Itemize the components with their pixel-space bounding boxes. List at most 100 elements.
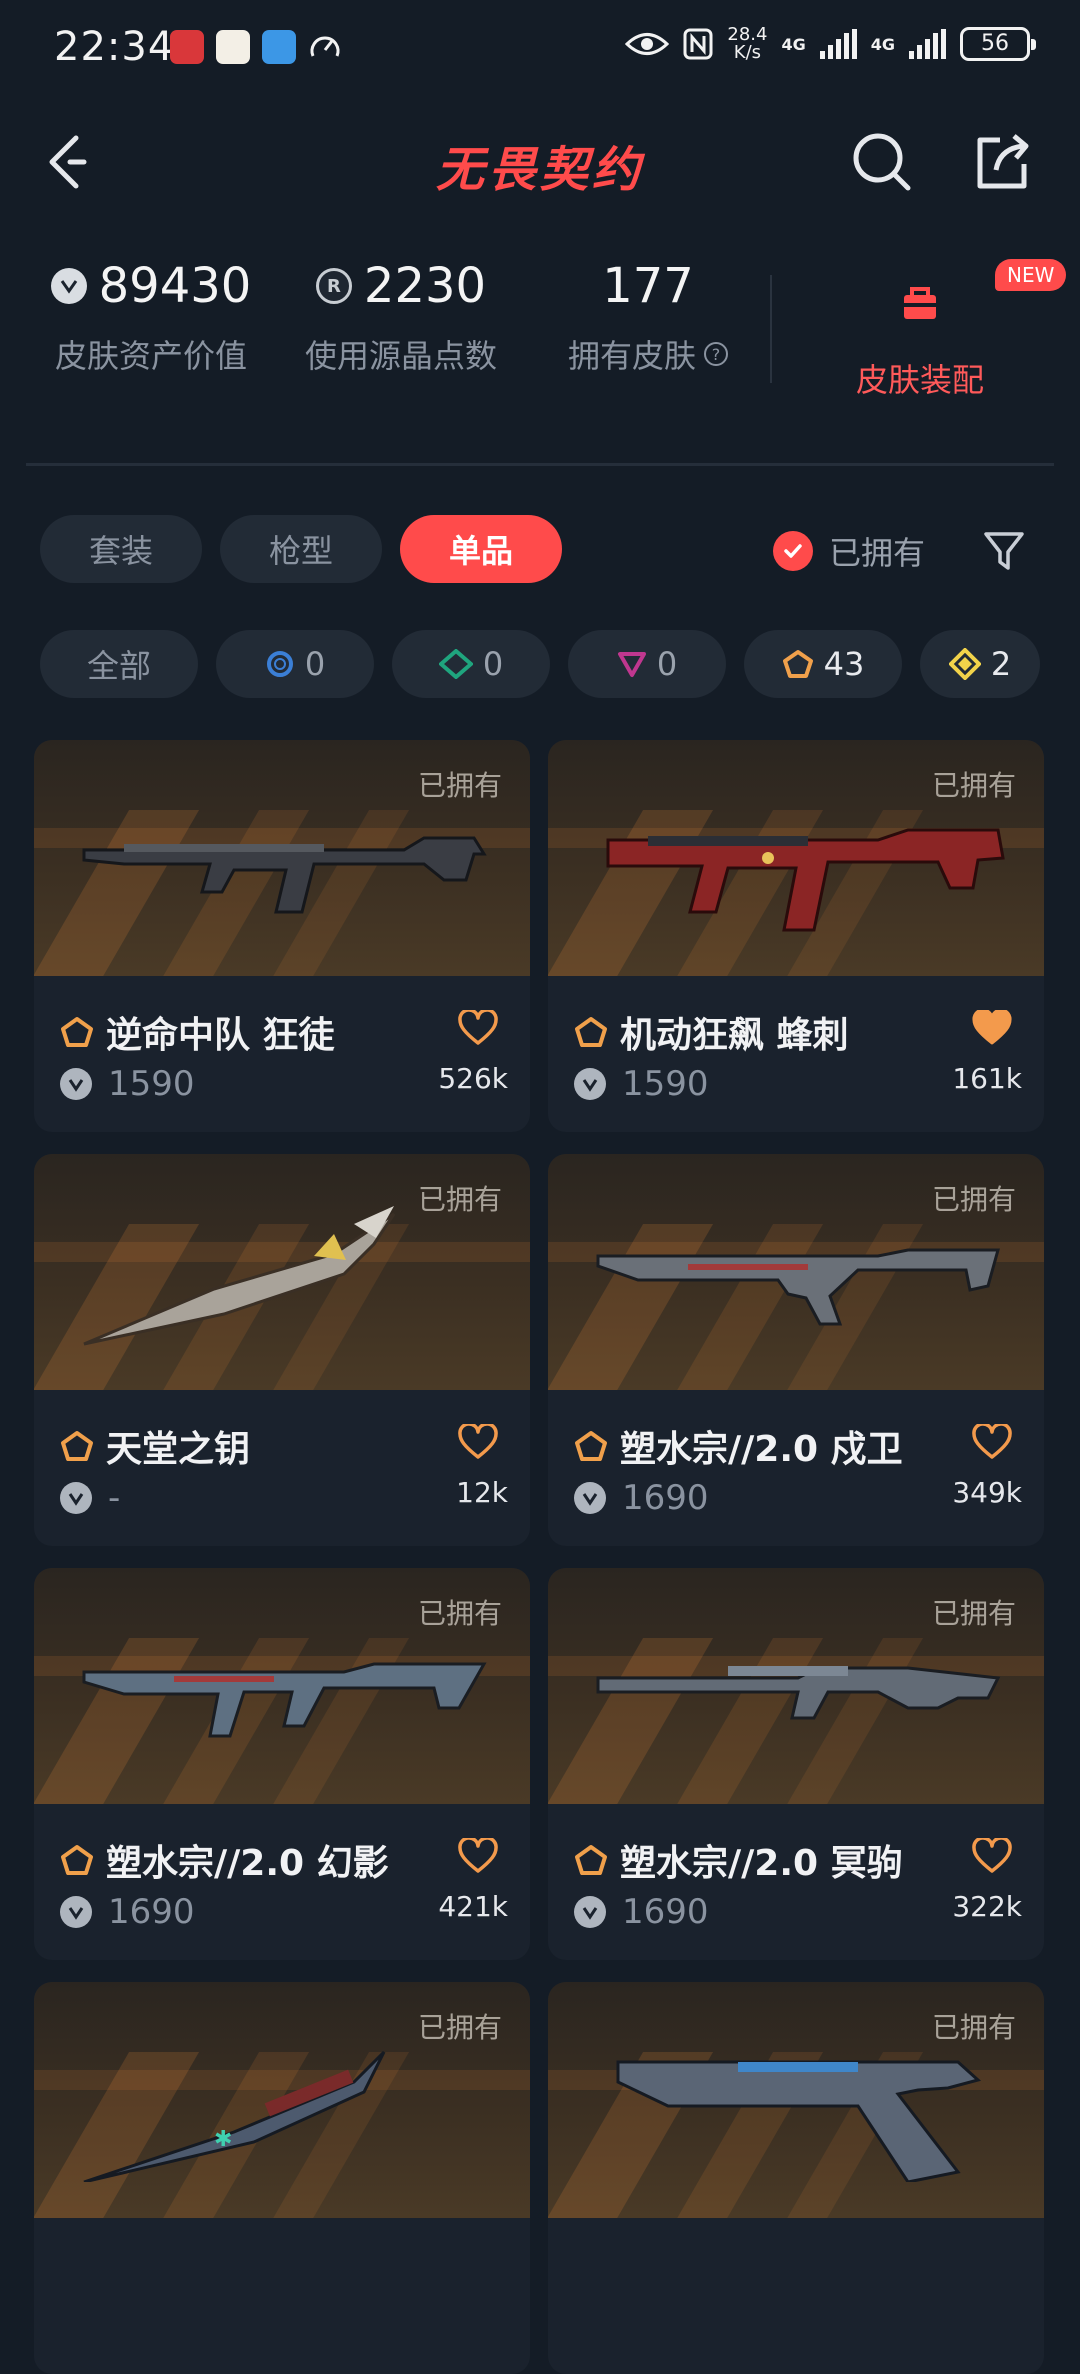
chip-premium-tier[interactable]: 0 <box>568 630 726 698</box>
chip-count: 0 <box>304 645 326 683</box>
skin-card[interactable]: 已拥有 塑水宗//2.0 幻影 1690 421k <box>34 1568 530 1960</box>
chip-deluxe-tier[interactable]: 0 <box>392 630 550 698</box>
skin-price: 1590 <box>108 1064 195 1104</box>
heart-outline-icon[interactable] <box>458 1838 498 1874</box>
skin-loadout-button[interactable]: NEW 皮肤装配 <box>820 255 1067 401</box>
network-type-1: 4G <box>781 34 806 54</box>
points-value: 2230 <box>363 258 487 314</box>
exclusive-tier-icon <box>575 1017 607 1047</box>
heart-outline-icon[interactable] <box>458 1010 498 1046</box>
skin-price: - <box>108 1478 121 1518</box>
chip-exclusive-tier[interactable]: 43 <box>744 630 902 698</box>
like-count: 161k <box>952 1062 1022 1095</box>
tab-single-items[interactable]: 单品 <box>400 515 562 583</box>
section-divider <box>26 463 1054 466</box>
owned-filter-toggle[interactable]: 已拥有 <box>773 528 925 574</box>
like-count: 526k <box>438 1062 508 1095</box>
skin-name: 塑水宗//2.0 冥驹 <box>620 1843 903 1884</box>
skin-image: 已拥有 <box>548 1982 1044 2218</box>
skin-card[interactable]: 已拥有 塑水宗//2.0 冥驹 1690 322k <box>548 1568 1044 1960</box>
skin-image: 已拥有 <box>548 740 1044 976</box>
valorant-points-icon <box>574 1896 606 1928</box>
filter-icon[interactable] <box>982 528 1026 572</box>
valorant-points-icon <box>60 1482 92 1514</box>
skin-card[interactable]: 已拥有 机动狂飙 蜂刺 1590 161k <box>548 740 1044 1132</box>
battery-icon: 56 <box>960 27 1036 61</box>
heart-outline-icon[interactable] <box>972 1838 1012 1874</box>
asset-value-label: 皮肤资产价值 <box>54 337 247 375</box>
heart-outline-icon[interactable] <box>972 1424 1012 1460</box>
pistol-illustration <box>616 2060 982 2182</box>
radianite-icon: R <box>315 268 352 304</box>
chip-all-label: 全部 <box>86 647 151 685</box>
knife-illustration <box>83 1206 396 1346</box>
page-title: 无畏契约 <box>435 142 644 198</box>
loadout-icon: NEW <box>890 259 1067 333</box>
smg-illustration <box>606 828 1005 932</box>
skin-name: 塑水宗//2.0 幻影 <box>106 1843 389 1884</box>
owned-label: 拥有皮肤 <box>567 337 696 375</box>
skin-card[interactable]: ✱ 已拥有 <box>34 1982 530 2374</box>
points-label: 使用源晶点数 <box>304 337 497 375</box>
rhombus-rarity-icon <box>948 648 981 680</box>
exclusive-tier-icon <box>61 1431 93 1461</box>
sniper-illustration <box>596 1666 1001 1720</box>
status-bar: 22:34 28.4 K/s 4G 4G 56 <box>0 0 1080 100</box>
owned-tag: 已拥有 <box>931 2011 1016 2044</box>
status-right: 28.4 K/s 4G 4G 56 <box>625 26 1036 63</box>
chip-ultra-tier[interactable]: 2 <box>920 630 1040 698</box>
exclusive-tier-icon <box>61 1845 93 1875</box>
valorant-points-icon <box>60 1896 92 1928</box>
skin-image: 已拥有 <box>34 740 530 976</box>
like-count: 421k <box>438 1890 508 1923</box>
owned-tag: 已拥有 <box>417 1597 502 1630</box>
tab-bundles[interactable]: 套装 <box>40 515 202 583</box>
owned-tag: 已拥有 <box>931 1183 1016 1216</box>
chip-count: 2 <box>990 645 1012 683</box>
eye-icon <box>625 33 670 55</box>
skin-card[interactable]: 已拥有 天堂之钥 - 12k <box>34 1154 530 1546</box>
asset-value: 89430 <box>98 258 252 314</box>
owned-tag: 已拥有 <box>931 1597 1016 1630</box>
heart-filled-icon[interactable] <box>972 1010 1012 1046</box>
chip-select-tier[interactable]: 0 <box>216 630 374 698</box>
clock: 22:34 <box>54 24 175 70</box>
tab-weapon-type[interactable]: 枪型 <box>220 515 382 583</box>
chip-all[interactable]: 全部 <box>40 630 198 698</box>
like-count: 349k <box>952 1476 1022 1509</box>
speed-unit: K/s <box>733 42 762 63</box>
skin-card[interactable]: 已拥有 <box>548 1982 1044 2374</box>
skin-image: 已拥有 <box>548 1568 1044 1804</box>
help-icon[interactable]: ? <box>704 342 728 366</box>
chip-count: 0 <box>482 645 504 683</box>
svg-text:✱: ✱ <box>214 2127 232 2152</box>
triangle-rarity-icon <box>617 652 646 677</box>
owned-tag: 已拥有 <box>931 769 1016 802</box>
signal-icon-1 <box>819 29 857 59</box>
skin-name: 塑水宗//2.0 戍卫 <box>620 1429 903 1470</box>
browser-app-icon <box>262 30 296 64</box>
valorant-points-icon <box>574 1482 606 1514</box>
search-icon[interactable] <box>850 130 914 194</box>
rarity-filter-chips: 全部 0 0 0 43 2 <box>40 630 1040 698</box>
exclusive-tier-icon <box>575 1431 607 1461</box>
owned-stat[interactable]: 177 拥有皮肤? <box>548 255 748 377</box>
skin-image: 已拥有 <box>34 1154 530 1390</box>
nfc-icon <box>683 28 713 60</box>
owned-value: 177 <box>602 258 694 314</box>
skin-card[interactable]: 已拥有 塑水宗//2.0 戍卫 1690 349k <box>548 1154 1044 1546</box>
knife-illustration: ✱ <box>83 2050 386 2182</box>
owned-tag: 已拥有 <box>417 769 502 802</box>
heart-outline-icon[interactable] <box>458 1424 498 1460</box>
chip-count: 43 <box>823 645 865 683</box>
skin-image: ✱ 已拥有 <box>34 1982 530 2218</box>
skin-card[interactable]: 已拥有 逆命中队 狂徒 1590 526k <box>34 740 530 1132</box>
diamond-rarity-icon <box>438 649 473 679</box>
skin-name: 机动狂飙 蜂刺 <box>620 1015 849 1056</box>
divider <box>770 275 772 383</box>
skin-price: 1690 <box>108 1892 195 1932</box>
share-icon[interactable] <box>970 130 1034 194</box>
skin-price: 1690 <box>622 1892 709 1932</box>
like-count: 322k <box>952 1890 1022 1923</box>
checkmark-icon <box>773 531 813 571</box>
